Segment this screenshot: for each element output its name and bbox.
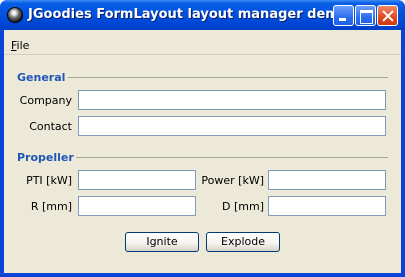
menu-file[interactable]: File (11, 39, 29, 52)
app-window: JGoodies FormLayout layout manager demo … (0, 0, 405, 277)
general-section-title: General (17, 71, 66, 84)
propeller-separator-line (76, 157, 388, 158)
r-field[interactable] (78, 196, 196, 216)
power-field[interactable] (268, 170, 386, 190)
title-bar[interactable]: JGoodies FormLayout layout manager demo (0, 0, 405, 30)
r-label: R [mm] (30, 200, 72, 213)
window-bottom-border (0, 273, 405, 277)
contact-label: Contact (29, 120, 72, 133)
explode-button[interactable]: Explode (206, 232, 280, 252)
app-icon[interactable] (7, 7, 23, 23)
propeller-section-title: Propeller (17, 151, 74, 164)
d-label: D [mm] (222, 200, 264, 213)
pti-label: PTI [kW] (26, 174, 72, 187)
company-label: Company (19, 94, 72, 107)
contact-field[interactable] (78, 116, 386, 136)
minimize-button[interactable] (333, 5, 354, 26)
close-button[interactable] (377, 5, 398, 26)
menu-file-label: ile (16, 39, 30, 52)
pti-field[interactable] (78, 170, 196, 190)
power-label: Power [kW] (201, 174, 264, 187)
d-field[interactable] (268, 196, 386, 216)
general-separator-line (68, 77, 388, 78)
company-field[interactable] (78, 90, 386, 110)
ignite-button[interactable]: Ignite (125, 232, 199, 252)
menu-bar: File (4, 30, 401, 55)
maximize-button[interactable] (355, 5, 376, 26)
window-title: JGoodies FormLayout layout manager demo (28, 7, 348, 22)
client-area: File General Company Contact Propeller P… (4, 30, 401, 273)
